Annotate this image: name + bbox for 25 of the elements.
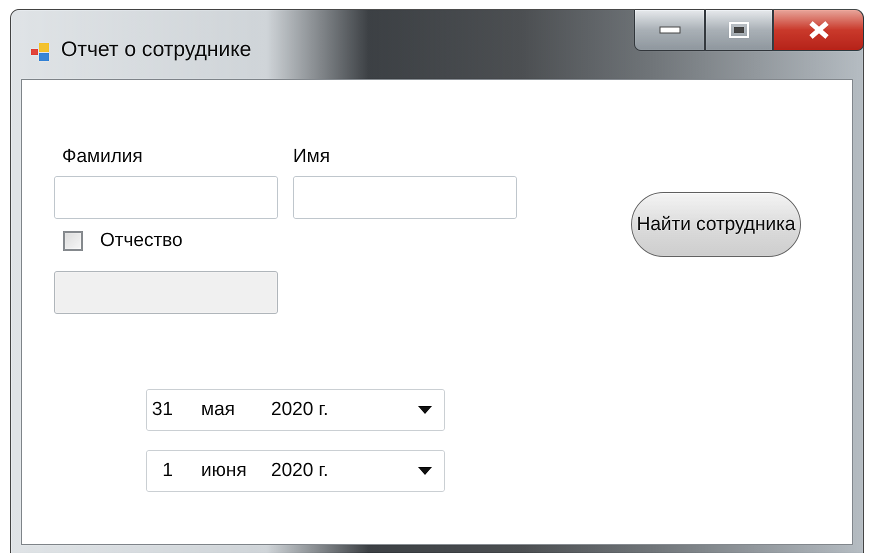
field-label: Имя	[293, 146, 332, 168]
checkbox-label: Отчество	[100, 230, 183, 252]
checkbox[interactable]	[63, 231, 83, 251]
maximize-button[interactable]	[705, 10, 773, 51]
minimize-button[interactable]	[634, 10, 705, 51]
find-button[interactable]: Найти сотрудника	[631, 192, 801, 257]
day-text: 1	[161, 460, 173, 482]
date-picker[interactable]: 1 июня 2020 г.	[146, 450, 445, 492]
field-label: Фамилия	[62, 146, 144, 168]
maximize-icon	[729, 22, 749, 38]
close-button[interactable]	[773, 10, 864, 51]
month-text: июня	[201, 460, 248, 482]
minimize-icon	[658, 26, 680, 34]
close-icon	[808, 21, 830, 39]
window-title: Отчет о сотруднике	[61, 38, 252, 62]
dropdown-arrow-icon	[418, 406, 432, 414]
dropdown-arrow-icon	[418, 467, 432, 475]
month-text: мая	[201, 399, 236, 421]
input-field[interactable]	[54, 176, 278, 219]
year-text: 2020 г.	[271, 399, 328, 421]
date-picker[interactable]: 31 мая 2020 г.	[146, 389, 445, 431]
input-field[interactable]	[293, 176, 517, 219]
day-text: 31	[151, 399, 173, 421]
year-text: 2020 г.	[271, 460, 328, 482]
app-icon	[31, 43, 51, 61]
